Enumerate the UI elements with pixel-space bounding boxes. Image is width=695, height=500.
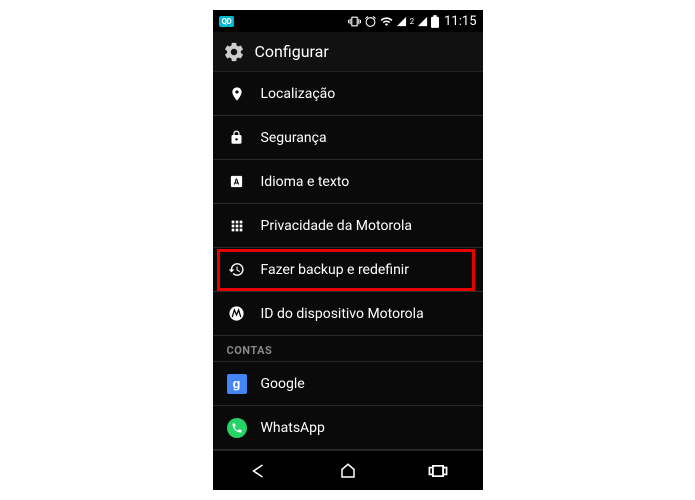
back-button[interactable]	[238, 456, 278, 486]
account-item-google[interactable]: g Google	[213, 362, 483, 406]
status-clock: 11:15	[444, 14, 476, 29]
alarm-icon	[364, 15, 377, 28]
vibrate-icon	[348, 15, 361, 28]
list-item-label: Segurança	[261, 130, 327, 146]
signal-icon-2	[417, 16, 428, 27]
restore-icon	[227, 261, 247, 278]
list-item-label: Localização	[261, 86, 336, 102]
svg-text:A: A	[234, 177, 240, 187]
notification-badge-icon: QD	[219, 16, 235, 27]
lock-icon	[227, 130, 247, 145]
section-header-accounts: CONTAS	[213, 336, 483, 362]
list-item-label: ID do dispositivo Motorola	[261, 306, 424, 322]
settings-item-backup[interactable]: Fazer backup e redefinir	[213, 248, 483, 292]
settings-item-security[interactable]: Segurança	[213, 116, 483, 160]
home-button[interactable]	[328, 456, 368, 486]
page-title: Configurar	[255, 42, 329, 61]
settings-item-privacy[interactable]: Privacidade da Motorola	[213, 204, 483, 248]
language-icon: A	[227, 174, 247, 189]
list-item-label: WhatsApp	[261, 420, 325, 436]
battery-icon	[431, 15, 439, 28]
list-item-label: Fazer backup e redefinir	[261, 262, 409, 278]
account-item-whatsapp[interactable]: WhatsApp	[213, 406, 483, 450]
signal-icon	[396, 16, 407, 27]
list-item-label: Idioma e texto	[261, 174, 350, 190]
motorola-icon	[227, 305, 247, 322]
wifi-icon	[380, 15, 393, 28]
settings-item-language[interactable]: A Idioma e texto	[213, 160, 483, 204]
google-icon: g	[227, 374, 247, 394]
action-bar: Configurar	[213, 32, 483, 72]
status-bar: QD 2 11:15	[213, 10, 483, 32]
settings-list: Localização Segurança A Idioma e texto P…	[213, 72, 483, 450]
location-icon	[227, 86, 247, 102]
gear-icon	[223, 41, 245, 63]
privacy-icon	[227, 218, 247, 234]
whatsapp-icon	[227, 418, 247, 438]
signal2-icon: 2	[410, 17, 415, 26]
settings-item-location[interactable]: Localização	[213, 72, 483, 116]
recent-button[interactable]	[418, 456, 458, 486]
list-item-label: Privacidade da Motorola	[261, 218, 413, 234]
phone-screen: QD 2 11:15	[213, 10, 483, 490]
navigation-bar	[213, 450, 483, 490]
list-item-label: Google	[261, 376, 305, 392]
settings-item-device-id[interactable]: ID do dispositivo Motorola	[213, 292, 483, 336]
